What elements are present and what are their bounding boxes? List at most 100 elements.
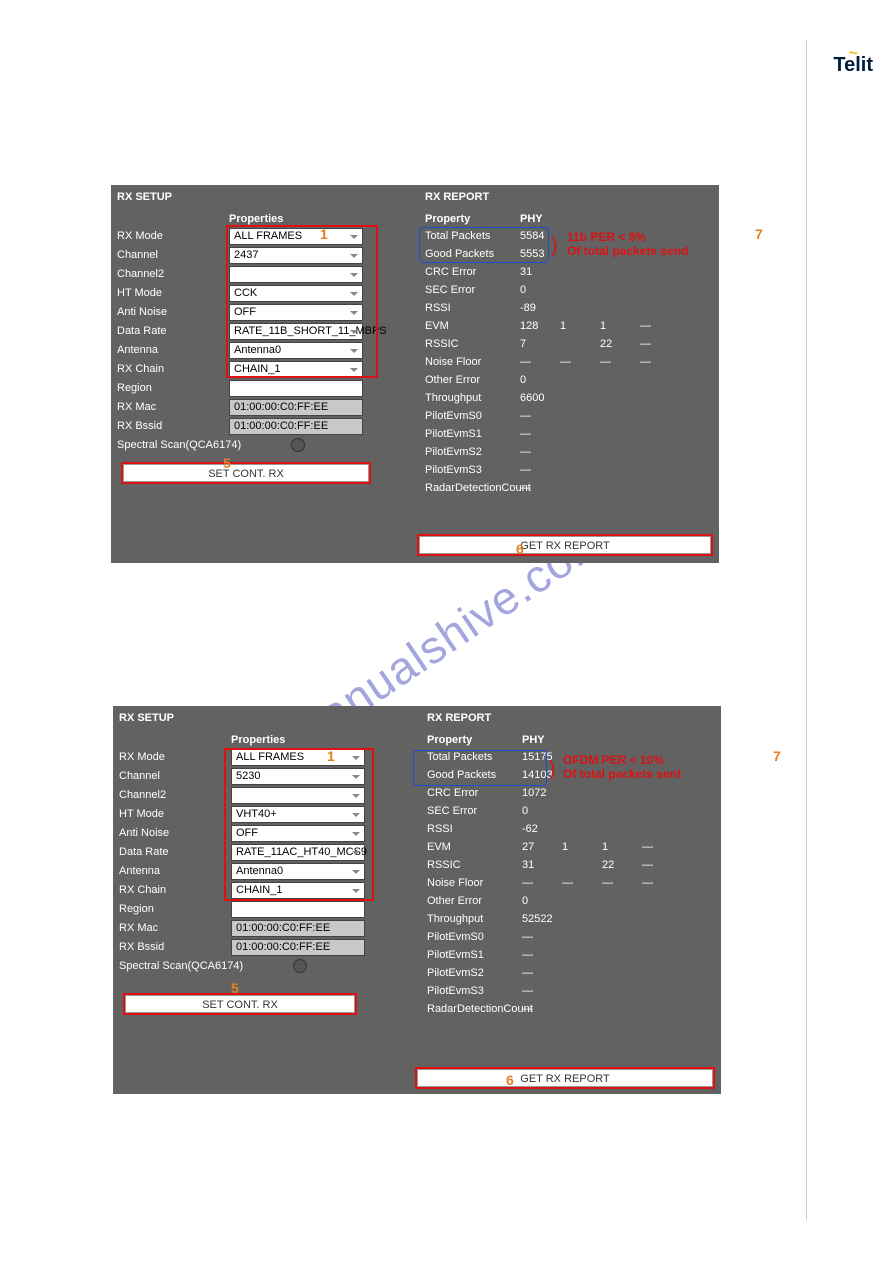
setup-label: RX Chain — [113, 884, 231, 896]
report-value: 1 — [562, 841, 602, 853]
report-value: — — [640, 320, 680, 332]
setup-row: RX Bssid01:00:00:C0:FF:EE — [113, 938, 417, 956]
report-label: CRC Error — [419, 266, 520, 278]
rx-setup-rows: RX ModeALL FRAMESChannel2437Channel2HT M… — [111, 227, 415, 454]
report-value: 15175 — [522, 751, 562, 763]
report-value: 1 — [600, 320, 640, 332]
callout-6: 6 — [506, 1072, 514, 1088]
setup-label: HT Mode — [111, 287, 229, 299]
per-annotation-l1: OFDM PER < 10% — [563, 754, 664, 767]
setup-row: RX Bssid01:00:00:C0:FF:EE — [111, 417, 415, 435]
setup-row: Region — [113, 900, 417, 918]
setup-select[interactable]: OFF — [229, 304, 363, 321]
report-row: SEC Error0 — [421, 802, 717, 820]
report-label: PilotEvmS1 — [419, 428, 520, 440]
report-label: PilotEvmS3 — [421, 985, 522, 997]
setup-select[interactable]: CHAIN_1 — [229, 361, 363, 378]
rx-report-title: RX REPORT — [421, 706, 717, 728]
setup-select[interactable] — [231, 901, 365, 918]
per-annotation-l2: Of total packets sent — [563, 768, 681, 781]
setup-row: RX ModeALL FRAMES — [113, 748, 417, 766]
property-hdr: Property — [419, 213, 520, 225]
report-value: — — [640, 356, 680, 368]
report-value: -62 — [522, 823, 562, 835]
readonly-field: 01:00:00:C0:FF:EE — [229, 418, 363, 435]
report-row: RSSI-89 — [419, 299, 715, 317]
setup-select[interactable]: VHT40+ — [231, 806, 365, 823]
report-value: — — [522, 967, 562, 979]
setup-select[interactable]: CCK — [229, 285, 363, 302]
setup-row: Channel5230 — [113, 767, 417, 785]
setup-row: Channel2437 — [111, 246, 415, 264]
report-row: Noise Floor———— — [421, 874, 717, 892]
phy-hdr: PHY — [522, 734, 545, 746]
setup-select[interactable]: Antenna0 — [231, 863, 365, 880]
setup-label: Channel2 — [113, 789, 231, 801]
report-value: 1 — [560, 320, 600, 332]
setup-label: RX Chain — [111, 363, 229, 375]
setup-label: Region — [113, 903, 231, 915]
report-label: RSSIC — [419, 338, 520, 350]
report-value: — — [522, 877, 562, 889]
page: Telit manualshive.com RX SETUP Propertie… — [0, 0, 893, 1263]
setup-row: Data RateRATE_11B_SHORT_11_MBPS — [111, 322, 415, 340]
get-rx-report-button[interactable]: GET RX REPORT — [419, 536, 711, 554]
setup-select[interactable]: 5230 — [231, 768, 365, 785]
report-row: RSSIC3122— — [421, 856, 717, 874]
setup-row: RX Mac01:00:00:C0:FF:EE — [113, 919, 417, 937]
report-row: PilotEvmS3— — [421, 982, 717, 1000]
properties-hdr: Properties — [229, 213, 359, 225]
setup-label: RX Mac — [111, 401, 229, 413]
setup-select[interactable]: OFF — [231, 825, 365, 842]
report-label: SEC Error — [421, 805, 522, 817]
setup-select[interactable]: 2437 — [229, 247, 363, 264]
setup-select[interactable]: RATE_11B_SHORT_11_MBPS — [229, 323, 363, 340]
telit-logo: Telit — [833, 50, 873, 77]
report-label: Noise Floor — [421, 877, 522, 889]
report-label: RadarDetectionCount — [419, 482, 520, 494]
rx-report-rows: Total Packets5584Good Packets5553CRC Err… — [419, 227, 715, 497]
setup-select[interactable]: Antenna0 — [229, 342, 363, 359]
report-value: — — [560, 356, 600, 368]
report-label: CRC Error — [421, 787, 522, 799]
report-label: Other Error — [421, 895, 522, 907]
report-label: SEC Error — [419, 284, 520, 296]
report-row: Other Error0 — [421, 892, 717, 910]
report-value: 27 — [522, 841, 562, 853]
setup-select[interactable] — [229, 266, 363, 283]
set-cont-rx-button[interactable]: SET CONT. RX — [123, 464, 369, 482]
callout-1: 1 — [320, 226, 328, 242]
setup-select[interactable] — [229, 380, 363, 397]
report-value: — — [640, 338, 680, 350]
setup-row: RX ModeALL FRAMES — [111, 227, 415, 245]
report-row: RSSIC722— — [419, 335, 715, 353]
set-cont-rx-button[interactable]: SET CONT. RX — [125, 995, 355, 1013]
callout-7: 7 — [755, 226, 763, 242]
report-label: PilotEvmS2 — [421, 967, 522, 979]
report-label: PilotEvmS2 — [419, 446, 520, 458]
report-row: Throughput52522 — [421, 910, 717, 928]
setup-select[interactable]: RATE_11AC_HT40_MCS9 — [231, 844, 365, 861]
report-label: RSSI — [419, 302, 520, 314]
vertical-divider — [806, 40, 807, 1220]
report-value: -89 — [520, 302, 560, 314]
panel-1: RX SETUP Properties RX ModeALL FRAMESCha… — [111, 185, 719, 563]
report-value: — — [602, 877, 642, 889]
report-value: — — [522, 985, 562, 997]
setup-select[interactable]: ALL FRAMES — [231, 749, 365, 766]
get-rx-report-button[interactable]: GET RX REPORT — [417, 1069, 713, 1087]
report-row: PilotEvmS3— — [419, 461, 715, 479]
report-value: — — [520, 410, 560, 422]
spectral-scan-checkbox[interactable] — [293, 959, 307, 973]
report-value: 1072 — [522, 787, 562, 799]
setup-row: HT ModeVHT40+ — [113, 805, 417, 823]
report-value: — — [642, 859, 682, 871]
spectral-scan-checkbox[interactable] — [291, 438, 305, 452]
report-label: PilotEvmS0 — [421, 931, 522, 943]
setup-select[interactable]: CHAIN_1 — [231, 882, 365, 899]
setup-select[interactable]: ALL FRAMES — [229, 228, 363, 245]
report-label: PilotEvmS0 — [419, 410, 520, 422]
brace-icon: ) — [551, 235, 558, 258]
report-label: Noise Floor — [419, 356, 520, 368]
setup-select[interactable] — [231, 787, 365, 804]
